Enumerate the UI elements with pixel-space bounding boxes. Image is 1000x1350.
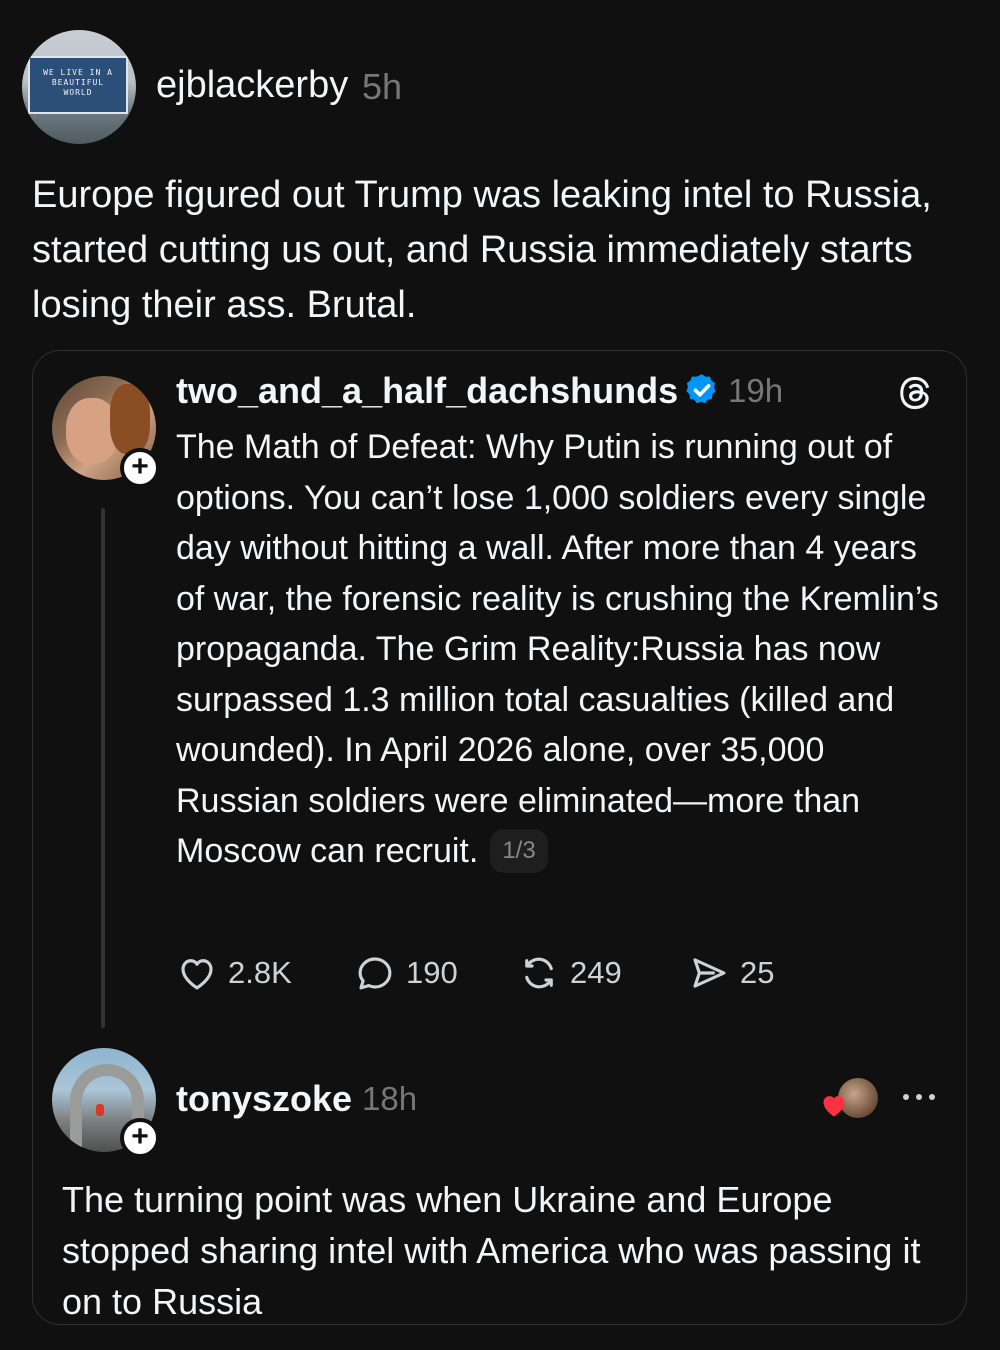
- avatar-mural-line: WORLD: [63, 88, 93, 97]
- comment-icon: [358, 957, 392, 990]
- author-username[interactable]: ejblackerby: [156, 64, 348, 107]
- reply-button[interactable]: 190: [354, 950, 458, 996]
- author-avatar[interactable]: WE LIVE IN A BEAUTIFUL WORLD: [22, 30, 136, 144]
- follow-plus-button[interactable]: +: [120, 1118, 160, 1158]
- thread-line: [101, 508, 105, 1028]
- avatar-climber: [96, 1104, 104, 1116]
- avatar-dog: [110, 384, 150, 454]
- heart-icon: [181, 959, 213, 990]
- post-timestamp[interactable]: 5h: [362, 66, 402, 108]
- post-text: Europe figured out Trump was leaking int…: [32, 174, 932, 326]
- quoted-post-body: The Math of Defeat: Why Putin is running…: [176, 428, 939, 870]
- avatar-mural-line: WE LIVE IN A: [43, 68, 113, 77]
- like-count: 2.8K: [228, 955, 292, 990]
- repost-icon: [525, 957, 553, 989]
- quoted-author-username[interactable]: two_and_a_half_dachshunds: [176, 370, 678, 412]
- share-count: 25: [740, 955, 775, 990]
- quoted-post-text: The Math of Defeat: Why Putin is running…: [176, 422, 946, 877]
- reply-author-username[interactable]: tonyszoke: [176, 1078, 352, 1120]
- follow-plus-button[interactable]: +: [120, 448, 160, 488]
- reply-count: 190: [406, 955, 458, 990]
- quoted-timestamp[interactable]: 19h: [728, 372, 783, 410]
- send-icon: [693, 958, 726, 988]
- share-button[interactable]: 25: [688, 950, 774, 996]
- reply-timestamp[interactable]: 18h: [362, 1080, 417, 1118]
- reply-text: The turning point was when Ukraine and E…: [62, 1179, 921, 1322]
- heart-icon: [823, 1096, 845, 1117]
- verified-badge-icon: [686, 374, 716, 404]
- like-button[interactable]: 2.8K: [176, 950, 292, 996]
- avatar-mural-line: BEAUTIFUL: [51, 78, 105, 87]
- repost-button[interactable]: 249: [518, 950, 622, 996]
- more-icon[interactable]: [900, 1082, 938, 1112]
- repost-count: 249: [570, 955, 622, 990]
- thread-pager-badge[interactable]: 1/3: [490, 829, 548, 874]
- avatar-mural: WE LIVE IN A BEAUTIFUL WORLD: [28, 56, 128, 114]
- threads-logo-icon[interactable]: [894, 372, 936, 414]
